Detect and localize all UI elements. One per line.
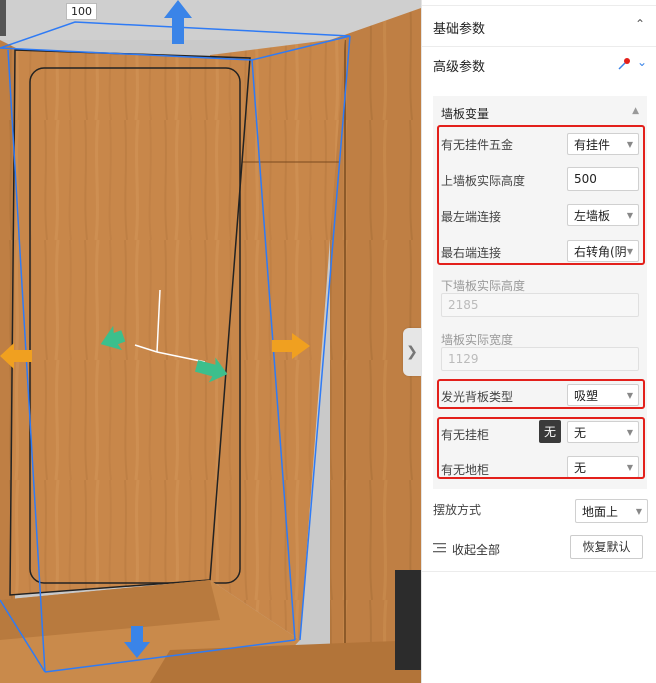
3d-viewport[interactable]: 100 ❯	[0, 0, 421, 683]
advanced-params-title: 高级参数	[433, 60, 486, 75]
lower-height-label: 下墙板实际高度	[441, 279, 526, 293]
panel-bottom-divider	[422, 571, 656, 572]
chevron-up-icon: ⌃	[634, 17, 645, 31]
properties-panel: 基础参数 ⌃ 高级参数 ⌄ 墙板变量 ▲ 有无挂件五金 有挂件 ▼ 上墙板实际高…	[421, 0, 656, 683]
highlight-box-cabinets	[437, 417, 645, 479]
placement-select[interactable]: 地面上 ▼	[575, 499, 648, 523]
placement-label: 摆放方式	[433, 503, 482, 517]
scene-drawing	[0, 0, 421, 683]
collapse-all-button[interactable]: 收起全部	[433, 538, 500, 560]
basic-params-title: 基础参数	[433, 22, 486, 37]
advanced-params-header[interactable]: 高级参数 ⌄	[422, 47, 656, 87]
highlight-box-top	[437, 125, 645, 265]
group-title: 墙板变量	[441, 107, 490, 121]
viewport-left-edge-button[interactable]	[0, 0, 6, 36]
pin-icon[interactable]	[617, 57, 631, 74]
panel-toggle-handle[interactable]: ❯	[403, 328, 421, 376]
dimension-label: 100	[66, 3, 97, 20]
highlight-box-backlight	[437, 379, 645, 409]
chevron-down-icon[interactable]: ⌄	[637, 55, 647, 69]
basic-params-header[interactable]: 基础参数 ⌃	[422, 6, 656, 47]
placement-value: 地面上	[582, 505, 619, 519]
lower-height-input: 2185	[441, 293, 639, 317]
dropdown-arrow-icon: ▼	[635, 507, 642, 516]
chevron-right-icon: ❯	[406, 344, 418, 360]
panel-width-label: 墙板实际宽度	[441, 333, 514, 347]
reset-default-button[interactable]: 恢复默认	[570, 535, 643, 559]
panel-width-input: 1129	[441, 347, 639, 371]
collapse-all-label: 收起全部	[452, 542, 501, 557]
caret-up-icon[interactable]: ▲	[632, 106, 639, 116]
collapse-list-icon	[433, 542, 446, 556]
